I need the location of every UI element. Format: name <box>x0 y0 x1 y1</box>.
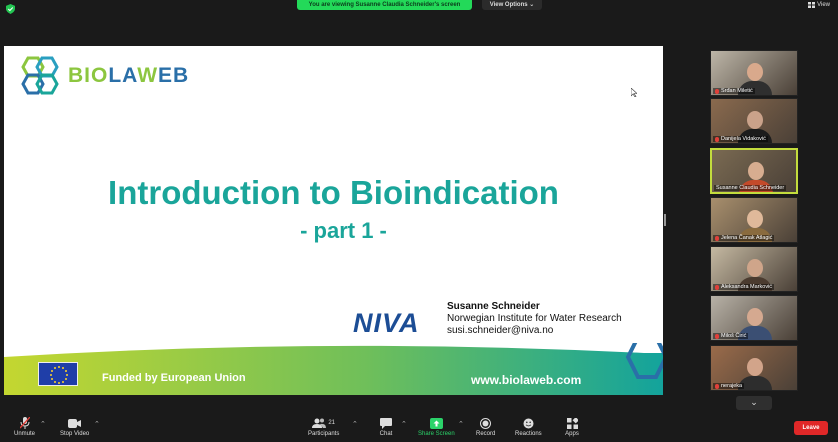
split-resize-handle[interactable] <box>664 214 666 226</box>
shared-screen-slide: BIOLAWEB Introduction to Bioindication -… <box>4 46 663 395</box>
muted-microphone-icon <box>18 417 32 429</box>
unmute-button[interactable]: Unmute <box>14 417 35 437</box>
participant-tile[interactable]: Danijela Vidaković <box>710 98 798 144</box>
slide-subtitle: - part 1 - <box>300 218 387 243</box>
participant-name: Miloš Ćirić <box>713 333 749 339</box>
author-org: Norwegian Institute for Water Research <box>447 313 622 324</box>
participant-face <box>747 259 763 277</box>
participant-tile[interactable]: Miloš Ćirić <box>710 295 798 341</box>
screen-share-banner: You are viewing Susanne Claudia Schneide… <box>297 0 472 10</box>
participant-tile[interactable]: Srđan Miletić <box>710 50 798 96</box>
biolaweb-logo: BIOLAWEB <box>16 56 189 96</box>
muted-mic-icon <box>715 333 719 339</box>
participant-name: nerajeka <box>713 383 745 389</box>
participant-name: Srđan Miletić <box>713 88 755 94</box>
website-text: www.biolaweb.com <box>471 373 582 387</box>
security-shield-icon <box>6 4 15 14</box>
record-label: Record <box>476 431 496 437</box>
audio-options-caret[interactable]: ⌃ <box>40 420 46 428</box>
reactions-button[interactable]: Reactions <box>515 417 542 437</box>
chat-bubble-icon <box>379 417 393 429</box>
apps-button[interactable]: Apps <box>565 417 579 437</box>
participant-face <box>748 162 764 180</box>
participant-tile[interactable]: Aleksandra Marković <box>710 246 798 292</box>
participants-icon <box>312 418 327 428</box>
author-name: Susanne Schneider <box>447 301 540 312</box>
share-screen-button[interactable]: Share Screen <box>418 417 455 437</box>
participant-name: Aleksandra Marković <box>713 284 775 290</box>
smiley-reaction-icon <box>521 417 535 429</box>
chat-label: Chat <box>379 431 393 437</box>
record-icon <box>479 417 493 429</box>
video-options-caret[interactable]: ⌃ <box>94 420 100 428</box>
view-button[interactable]: View <box>808 2 830 8</box>
participant-face <box>747 358 763 376</box>
eu-flag <box>38 362 78 386</box>
apps-label: Apps <box>565 431 579 437</box>
participants-count: 21 <box>328 420 336 426</box>
muted-mic-icon <box>715 136 719 142</box>
unmute-label: Unmute <box>14 431 36 437</box>
share-screen-label: Share Screen <box>418 431 455 437</box>
mouse-cursor-icon <box>631 88 637 97</box>
author-block: Susanne Schneider Norwegian Institute fo… <box>447 301 622 337</box>
stop-video-button[interactable]: Stop Video <box>60 417 89 437</box>
view-options-button[interactable]: View Options ⌄ <box>482 0 542 10</box>
reactions-label: Reactions <box>515 431 542 437</box>
muted-mic-icon <box>715 88 719 94</box>
chat-options-caret[interactable]: ⌃ <box>401 420 407 428</box>
apps-icon <box>565 417 579 429</box>
participant-name: Jelena Čanak Atlagić <box>713 235 775 241</box>
participants-button[interactable]: 21 Participants <box>308 417 339 437</box>
participant-name: Danijela Vidaković <box>713 136 768 142</box>
footer-band <box>4 343 663 395</box>
muted-mic-icon <box>715 284 719 290</box>
meeting-toolbar: Unmute ⌃ Stop Video ⌃ 21 Participants ⌃ … <box>0 412 838 442</box>
participant-tile[interactable]: Jelena Čanak Atlagić <box>710 197 798 243</box>
niva-logo: NIVA <box>353 308 420 338</box>
slide-title: Introduction to Bioindication <box>108 174 559 211</box>
share-options-caret[interactable]: ⌃ <box>458 420 464 428</box>
participant-face <box>747 308 763 326</box>
record-button[interactable]: Record <box>476 417 495 437</box>
participants-label: Participants <box>308 431 340 437</box>
participant-face <box>747 210 763 228</box>
stop-video-label: Stop Video <box>60 431 90 437</box>
funded-text: Funded by European Union <box>102 372 246 384</box>
leave-button[interactable]: Leave <box>794 421 828 435</box>
view-label: View <box>817 2 830 8</box>
participant-face <box>747 111 763 129</box>
muted-mic-icon <box>715 383 719 389</box>
zoom-window: You are viewing Susanne Claudia Schneide… <box>0 0 838 442</box>
chat-button[interactable]: Chat <box>379 417 393 437</box>
participant-face <box>747 63 763 81</box>
participant-name: Susanne Claudia Schneider <box>714 185 787 191</box>
participants-options-caret[interactable]: ⌃ <box>352 420 358 428</box>
logo-wordmark: BIOLAWEB <box>68 64 190 87</box>
muted-mic-icon <box>715 235 719 241</box>
share-screen-icon <box>429 417 443 429</box>
grid-icon <box>808 2 816 8</box>
author-email: susi.schneider@niva.no <box>447 325 554 336</box>
video-camera-icon <box>68 417 82 429</box>
hexagon-logo-icon <box>21 56 59 95</box>
participant-tile[interactable]: nerajeka <box>710 345 798 391</box>
participant-tile[interactable]: Susanne Claudia Schneider <box>710 148 798 194</box>
scroll-down-button[interactable]: ⌄ <box>736 396 772 410</box>
